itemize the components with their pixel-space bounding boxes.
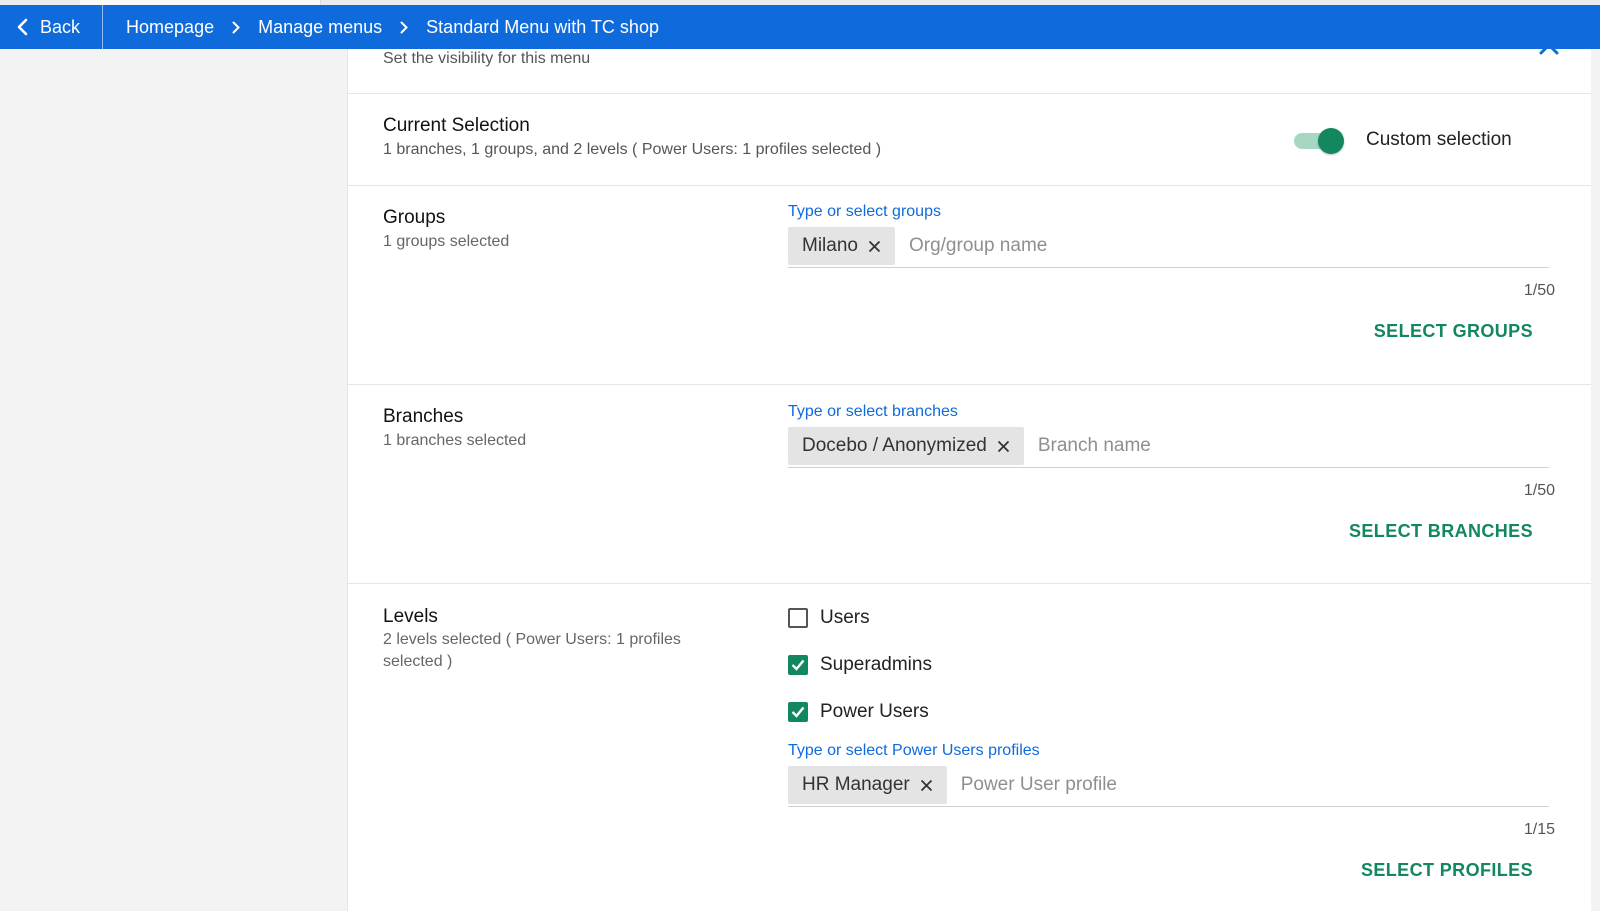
current-selection-summary: 1 branches, 1 groups, and 2 levels ( Pow…	[383, 141, 882, 158]
branches-counter: 1/50	[1523, 482, 1555, 499]
select-groups-button[interactable]: SELECT GROUPS	[1374, 321, 1533, 342]
profiles-field: HR Manager	[788, 764, 1549, 807]
remove-chip-icon[interactable]	[920, 779, 933, 792]
branch-chip: Docebo / Anonymized	[788, 427, 1024, 465]
chevron-right-icon	[400, 21, 409, 34]
group-chip-label: Milano	[802, 235, 858, 256]
back-label: Back	[40, 16, 81, 37]
checkbox-checked-icon	[788, 655, 808, 675]
breadcrumb-current-menu: Standard Menu with TC shop	[426, 16, 659, 37]
level-superadmins-label: Superadmins	[820, 654, 932, 675]
levels-subtitle: 2 levels selected ( Power Users: 1 profi…	[383, 631, 681, 670]
breadcrumb: Homepage Manage menus Standard Menu with…	[103, 17, 659, 38]
select-branches-button[interactable]: SELECT BRANCHES	[1349, 521, 1533, 542]
checkbox-checked-icon	[788, 702, 808, 722]
profiles-search-input[interactable]	[958, 773, 1549, 797]
groups-counter: 1/50	[1523, 282, 1555, 299]
level-users-label: Users	[820, 607, 870, 628]
visibility-panel: Set the visibility for this menu Current…	[347, 35, 1591, 911]
branches-field-label: Type or select branches	[788, 403, 958, 420]
groups-search-input[interactable]	[906, 234, 1549, 258]
group-chip: Milano	[788, 227, 895, 265]
groups-title: Groups	[383, 207, 446, 228]
levels-title: Levels	[383, 606, 438, 627]
branches-title: Branches	[383, 406, 464, 427]
select-profiles-button[interactable]: SELECT PROFILES	[1361, 860, 1533, 881]
level-users-checkbox[interactable]: Users	[788, 607, 870, 629]
divider	[348, 185, 1591, 186]
branches-field: Docebo / Anonymized	[788, 425, 1549, 468]
profiles-counter: 1/15	[1523, 821, 1555, 838]
back-button[interactable]: Back	[0, 5, 104, 49]
profile-chip: HR Manager	[788, 766, 947, 804]
level-power-users-checkbox[interactable]: Power Users	[788, 701, 929, 723]
divider	[348, 384, 1591, 385]
breadcrumb-manage-menus[interactable]: Manage menus	[258, 17, 382, 38]
level-superadmins-checkbox[interactable]: Superadmins	[788, 654, 932, 676]
groups-field-label: Type or select groups	[788, 203, 941, 220]
profiles-field-label: Type or select Power Users profiles	[788, 742, 1040, 759]
groups-subtitle: 1 groups selected	[383, 233, 510, 250]
divider	[348, 93, 1591, 94]
panel-subtitle: Set the visibility for this menu	[383, 50, 591, 67]
toggle-knob	[1318, 128, 1344, 154]
current-selection-title: Current Selection	[383, 115, 530, 136]
top-navbar: Back Homepage Manage menus Standard Menu…	[0, 5, 1600, 49]
close-icon[interactable]	[1539, 35, 1559, 60]
chevron-left-icon	[17, 18, 28, 36]
groups-field: Milano	[788, 225, 1549, 268]
branches-search-input[interactable]	[1035, 434, 1549, 458]
branches-subtitle: 1 branches selected	[383, 432, 527, 449]
remove-chip-icon[interactable]	[997, 440, 1010, 453]
remove-chip-icon[interactable]	[868, 240, 881, 253]
custom-selection-label: Custom selection	[1366, 129, 1512, 150]
branch-chip-label: Docebo / Anonymized	[802, 435, 987, 456]
profile-chip-label: HR Manager	[802, 774, 910, 795]
chevron-right-icon	[232, 21, 241, 34]
divider	[348, 583, 1591, 584]
custom-selection-toggle[interactable]	[1294, 128, 1344, 154]
checkbox-unchecked-icon	[788, 608, 808, 628]
breadcrumb-homepage[interactable]: Homepage	[126, 17, 214, 38]
level-power-users-label: Power Users	[820, 701, 929, 722]
